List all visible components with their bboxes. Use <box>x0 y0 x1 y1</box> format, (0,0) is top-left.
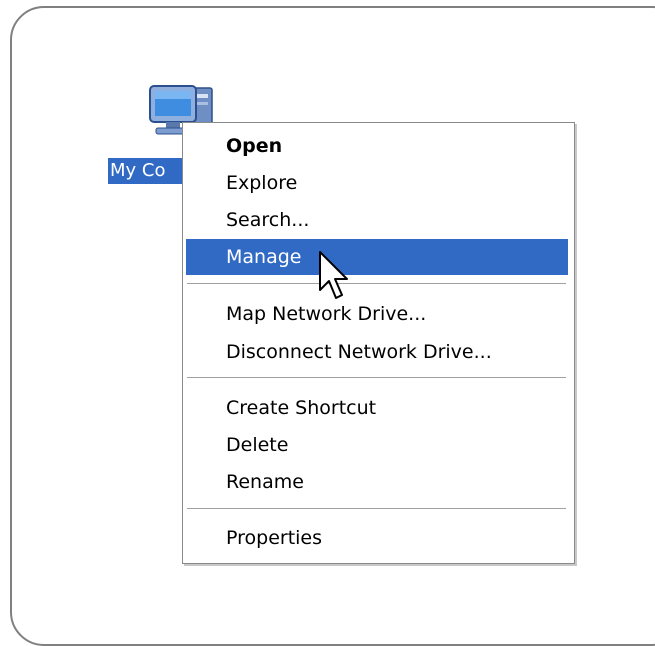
menu-item-manage[interactable]: Manage <box>186 239 568 275</box>
context-menu: Open Explore Search... Manage Map Networ… <box>182 122 575 564</box>
arrow-pointer-icon <box>319 251 348 299</box>
menu-item-create-shortcut[interactable]: Create Shortcut <box>186 390 568 426</box>
menu-item-properties[interactable]: Properties <box>186 520 568 556</box>
menu-item-delete[interactable]: Delete <box>186 427 568 463</box>
menu-item-map-network-drive[interactable]: Map Network Drive... <box>186 296 568 332</box>
menu-item-explore[interactable]: Explore <box>186 165 568 201</box>
menu-item-open[interactable]: Open <box>186 128 568 164</box>
menu-separator <box>187 377 566 379</box>
menu-separator <box>187 508 566 510</box>
menu-separator <box>187 283 566 285</box>
menu-item-disconnect-network-drive[interactable]: Disconnect Network Drive... <box>186 334 568 370</box>
menu-item-rename[interactable]: Rename <box>186 464 568 500</box>
menu-item-search[interactable]: Search... <box>186 202 568 238</box>
